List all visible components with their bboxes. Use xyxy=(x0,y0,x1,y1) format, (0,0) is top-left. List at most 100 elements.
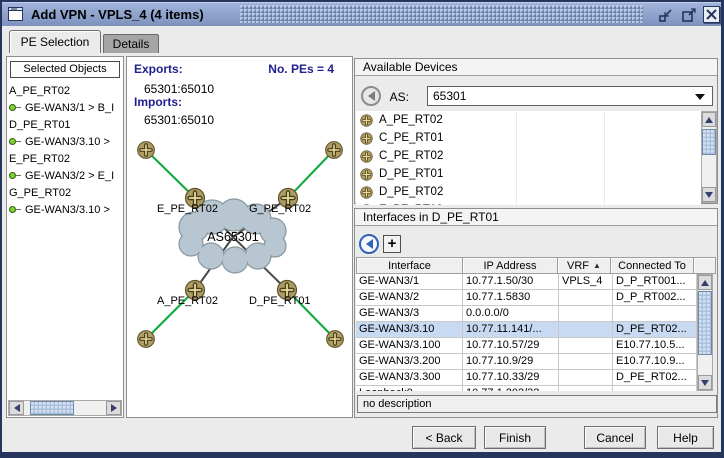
selected-objects-tree: A_PE_RT02 GE-WAN3/1 > B_I D_PE_RT01 GE-W… xyxy=(9,82,122,400)
scrollbar-track[interactable] xyxy=(698,355,712,375)
tree-item-device[interactable]: G_PE_RT02 xyxy=(9,184,122,201)
tree-item-interface[interactable]: GE-WAN3/1 > B_I xyxy=(9,99,122,116)
device-list-scrollbar[interactable] xyxy=(701,111,717,203)
device-list-item[interactable]: C_PE_RT01 xyxy=(356,129,701,147)
minimize-icon[interactable] xyxy=(658,7,674,23)
topology-panel: AS65301 E_PE_RT02 G_PE_RT02 A_PE_RT02 D_… xyxy=(126,56,353,418)
table-row[interactable]: GE-WAN3/210.77.1.5830D_P_RT002... xyxy=(356,290,697,306)
tree-item-device[interactable]: A_PE_RT02 xyxy=(9,82,122,99)
interface-node-icon xyxy=(9,138,23,146)
selected-objects-header: Selected Objects xyxy=(10,61,120,78)
tree-item-label: GE-WAN3/2 > E_I xyxy=(25,170,114,182)
table-row-selected[interactable]: GE-WAN3/3.1010.77.11.141/...D_PE_RT02... xyxy=(356,322,697,338)
ce-router-icon[interactable] xyxy=(138,142,155,159)
scroll-right-icon[interactable] xyxy=(106,401,121,415)
cancel-button[interactable]: Cancel xyxy=(584,426,646,449)
back-button[interactable]: < Back xyxy=(412,426,476,449)
cell-connected: D_P_RT002... xyxy=(613,290,697,305)
as-combobox[interactable]: 65301 xyxy=(427,86,713,106)
pe-count-label: No. PEs = 4 xyxy=(268,62,334,76)
table-row[interactable]: GE-WAN3/3.10010.77.10.57/29E10.77.10.5..… xyxy=(356,338,697,354)
interface-node-icon xyxy=(9,206,23,214)
prev-as-icon[interactable] xyxy=(361,86,381,106)
tree-item-label: GE-WAN3/3.10 > xyxy=(25,204,110,216)
table-header-row: Interface IP Address VRF▲ Connected To xyxy=(356,257,716,274)
column-header-ip[interactable]: IP Address xyxy=(462,257,558,274)
cell-ip: 10.77.10.33/29 xyxy=(463,370,559,385)
interfaces-table-scrollbar[interactable] xyxy=(697,274,713,391)
scroll-up-icon[interactable] xyxy=(698,275,712,290)
table-row[interactable]: GE-WAN3/110.77.1.50/30VPLS_4D_P_RT001... xyxy=(356,274,697,290)
titlebar[interactable]: Add VPN - VPLS_4 (4 items) xyxy=(2,2,721,26)
cell-vrf xyxy=(559,322,613,337)
device-list-item[interactable]: C_PE_RT02 xyxy=(356,147,701,165)
tree-item-label: GE-WAN3/1 > B_I xyxy=(25,102,114,114)
table-row[interactable]: GE-WAN3/3.30010.77.10.33/29D_PE_RT02... xyxy=(356,370,697,386)
device-list-item[interactable]: E_PE_RT02 xyxy=(356,201,701,205)
cell-ip: 10.77.1.202/32 xyxy=(463,386,559,391)
table-row[interactable]: GE-WAN3/3.20010.77.10.9/29E10.77.10.9... xyxy=(356,354,697,370)
scrollbar-track[interactable] xyxy=(702,155,716,187)
device-name: E_PE_RT02 xyxy=(379,204,443,205)
list-column-separator xyxy=(604,111,605,205)
pe-node-label: E_PE_RT02 xyxy=(157,203,218,215)
device-name: A_PE_RT02 xyxy=(379,114,443,126)
horizontal-scrollbar[interactable] xyxy=(8,400,122,416)
device-list-item[interactable]: D_PE_RT01 xyxy=(356,165,701,183)
tree-item-interface[interactable]: GE-WAN3/3.10 > xyxy=(9,201,122,218)
scrollbar-thumb[interactable] xyxy=(698,291,712,355)
tree-item-interface[interactable]: GE-WAN3/3.10 > xyxy=(9,133,122,150)
device-list-item[interactable]: D_PE_RT02 xyxy=(356,183,701,201)
scrollbar-track[interactable] xyxy=(74,401,106,415)
table-row[interactable]: GE-WAN3/30.0.0.0/0 xyxy=(356,306,697,322)
cell-connected: D_P_RT001... xyxy=(613,274,697,289)
cell-interface: GE-WAN3/3.10 xyxy=(356,322,463,337)
device-list-item[interactable]: A_PE_RT02 xyxy=(356,111,701,129)
dropdown-arrow-icon xyxy=(695,94,705,100)
scroll-left-icon[interactable] xyxy=(9,401,24,415)
tab-pe-selection[interactable]: PE Selection xyxy=(9,30,101,53)
table-row-partial[interactable]: Loopback010.77.1.202/32 xyxy=(356,386,697,391)
tree-item-device[interactable]: D_PE_RT01 xyxy=(9,116,122,133)
scrollbar-thumb[interactable] xyxy=(702,129,716,155)
help-button[interactable]: Help xyxy=(657,426,714,449)
tree-item-interface[interactable]: GE-WAN3/2 > E_I xyxy=(9,167,122,184)
router-icon xyxy=(360,168,373,181)
scroll-down-icon[interactable] xyxy=(698,375,712,390)
close-icon[interactable] xyxy=(703,6,720,23)
router-icon xyxy=(360,150,373,163)
device-name: C_PE_RT02 xyxy=(379,150,443,162)
device-name: D_PE_RT02 xyxy=(379,186,443,198)
topology-canvas[interactable]: AS65301 E_PE_RT02 G_PE_RT02 A_PE_RT02 D_… xyxy=(127,57,352,417)
maximize-icon[interactable] xyxy=(681,7,697,23)
interfaces-table: GE-WAN3/110.77.1.50/30VPLS_4D_P_RT001...… xyxy=(356,274,697,391)
pe-node-label: G_PE_RT02 xyxy=(249,203,311,215)
as-cloud-label: AS65301 xyxy=(207,230,258,244)
tree-item-label: G_PE_RT02 xyxy=(9,187,71,199)
titlebar-texture xyxy=(240,5,643,23)
add-interface-button[interactable]: + xyxy=(383,235,401,253)
tree-item-device[interactable]: E_PE_RT02 xyxy=(9,150,122,167)
column-header-vrf[interactable]: VRF▲ xyxy=(557,257,611,274)
column-header-interface[interactable]: Interface xyxy=(356,257,463,274)
scroll-up-icon[interactable] xyxy=(702,112,716,127)
finish-button[interactable]: Finish xyxy=(484,426,546,449)
scrollbar-thumb[interactable] xyxy=(30,401,74,415)
exports-value: 65301:65010 xyxy=(144,82,214,96)
pe-node-label: D_PE_RT01 xyxy=(249,295,311,307)
scroll-down-icon[interactable] xyxy=(702,187,716,202)
tree-item-label: D_PE_RT01 xyxy=(9,119,71,131)
tab-pe-selection-label: PE Selection xyxy=(21,35,90,49)
tab-details[interactable]: Details xyxy=(103,34,159,53)
exports-label: Exports: xyxy=(134,62,183,76)
cell-vrf xyxy=(559,386,613,391)
cell-ip: 10.77.1.50/30 xyxy=(463,274,559,289)
ce-router-icon[interactable] xyxy=(138,331,155,348)
cell-interface: GE-WAN3/3.300 xyxy=(356,370,463,385)
ce-router-icon[interactable] xyxy=(326,142,343,159)
cell-vrf: VPLS_4 xyxy=(559,274,613,289)
back-icon[interactable] xyxy=(359,234,379,254)
column-header-connected[interactable]: Connected To xyxy=(610,257,694,274)
selected-objects-panel: Selected Objects A_PE_RT02 GE-WAN3/1 > B… xyxy=(6,56,124,418)
ce-router-icon[interactable] xyxy=(327,331,344,348)
